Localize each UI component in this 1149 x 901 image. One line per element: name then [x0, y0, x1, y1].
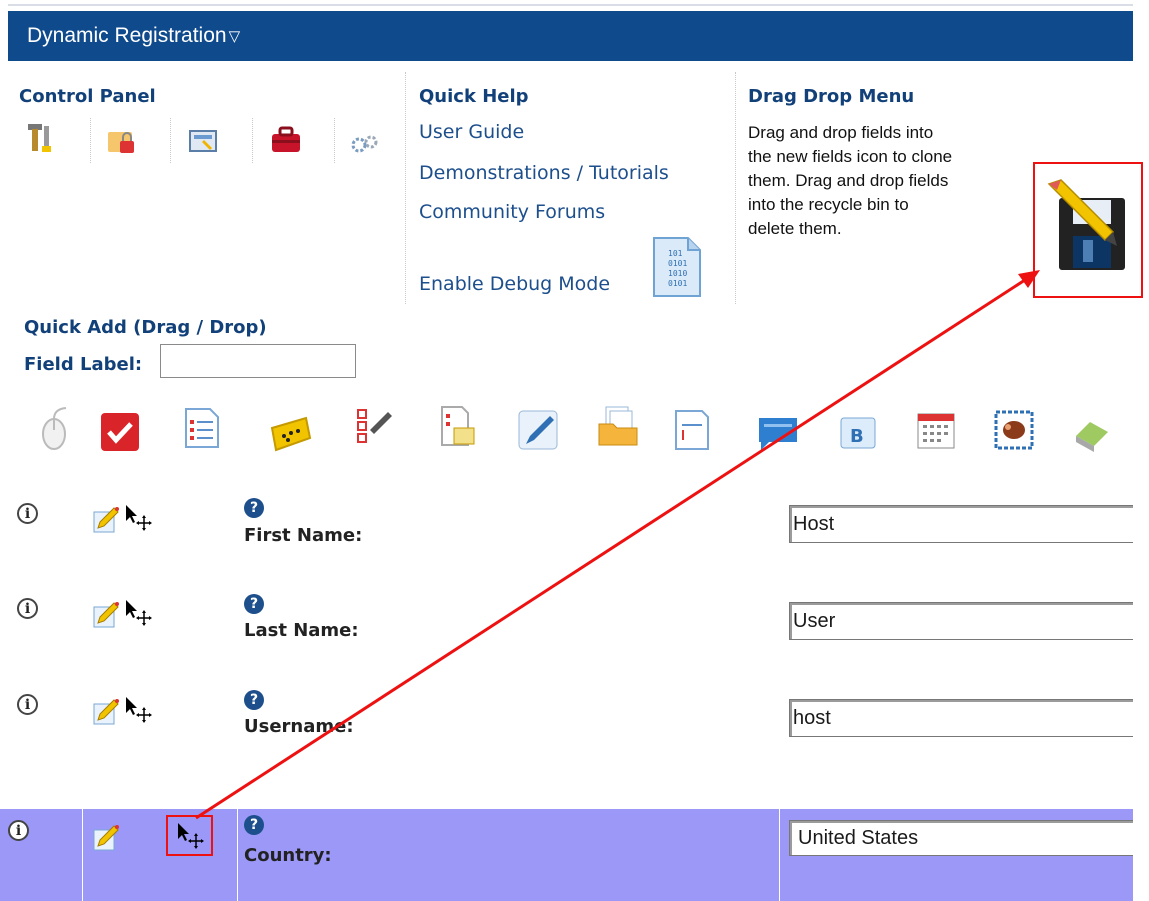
module-title-bar[interactable]: Dynamic Registration ▽ [8, 11, 1133, 61]
cell-separator [82, 809, 83, 901]
quick-add-header: Quick Add (Drag / Drop) [24, 317, 267, 338]
move-handle-icon[interactable] [122, 503, 154, 537]
module-title: Dynamic Registration [27, 24, 227, 47]
svg-text:0101: 0101 [668, 259, 687, 268]
gears-icon[interactable] [350, 130, 380, 164]
mouse-icon[interactable] [30, 406, 74, 454]
last-name-input[interactable]: User [789, 602, 1133, 640]
info-icon[interactable]: i [17, 503, 38, 524]
edit-field-icon[interactable] [92, 504, 122, 538]
help-line: the new fields icon to clone [748, 147, 953, 166]
move-handle-icon[interactable] [122, 695, 154, 729]
help-line: Drag and drop fields into [748, 123, 934, 142]
edit-field-icon[interactable] [92, 599, 122, 633]
new-fields-icon [1047, 179, 1125, 270]
help-icon[interactable]: ? [244, 498, 264, 518]
field-label-caption: Field Label: [24, 354, 143, 375]
pencil-edit-icon[interactable] [516, 408, 560, 456]
field-label: Username: [244, 716, 354, 737]
svg-text:1010: 1010 [668, 269, 687, 278]
site-settings-icon[interactable] [186, 124, 222, 164]
bold-text-icon[interactable]: B [836, 410, 880, 458]
move-handle-icon[interactable] [122, 598, 154, 632]
control-panel-header: Control Panel [19, 86, 156, 107]
toolbox-icon[interactable] [268, 122, 304, 162]
cell-separator [779, 809, 780, 901]
drag-drop-help-text: Drag and drop fields into the new fields… [748, 121, 1028, 241]
field-label: Last Name: [244, 620, 359, 641]
numbered-list-icon[interactable] [180, 406, 224, 454]
svg-text:0101: 0101 [668, 279, 687, 288]
rating-stars-icon[interactable] [268, 412, 312, 460]
community-forums-link[interactable]: Community Forums [419, 201, 605, 223]
move-handle-icon [178, 823, 204, 849]
help-line: into the recycle bin to [748, 195, 909, 214]
help-icon[interactable]: ? [244, 815, 264, 835]
text-doc-icon[interactable] [670, 408, 714, 456]
svg-text:101: 101 [668, 249, 683, 258]
user-lock-icon[interactable] [104, 124, 140, 164]
svg-text:B: B [850, 426, 864, 447]
help-icon[interactable]: ? [244, 594, 264, 614]
checkbox-icon[interactable] [98, 410, 142, 458]
eraser-icon[interactable] [1070, 412, 1114, 460]
cp-separator [170, 118, 171, 163]
cell-separator [237, 809, 238, 901]
user-guide-link[interactable]: User Guide [419, 121, 524, 143]
calendar-icon[interactable] [914, 408, 958, 456]
field-label-input[interactable] [160, 344, 356, 378]
image-stamp-icon[interactable] [992, 408, 1036, 456]
enable-debug-mode-link[interactable]: Enable Debug Mode [419, 273, 610, 295]
top-border [8, 4, 1133, 6]
first-name-input[interactable]: Host [789, 505, 1133, 543]
quick-help-header: Quick Help [419, 86, 529, 107]
binary-file-icon[interactable]: 101 0101 1010 0101 [652, 236, 702, 302]
demonstrations-link[interactable]: Demonstrations / Tutorials [419, 162, 669, 184]
help-line: delete them. [748, 219, 842, 238]
folder-docs-icon[interactable] [596, 404, 640, 452]
cp-separator [334, 118, 335, 163]
info-icon[interactable]: i [8, 820, 29, 841]
info-icon[interactable]: i [17, 694, 38, 715]
country-select[interactable]: United States [789, 820, 1133, 856]
drag-drop-menu-header: Drag Drop Menu [748, 86, 915, 107]
move-handle-highlight[interactable] [166, 815, 213, 856]
field-label: Country: [244, 845, 332, 866]
module-menu-arrow-icon[interactable]: ▽ [229, 27, 241, 45]
edit-field-icon[interactable] [92, 822, 122, 856]
field-label: First Name: [244, 525, 363, 546]
help-icon[interactable]: ? [244, 690, 264, 710]
cp-separator [252, 118, 253, 163]
info-icon[interactable]: i [17, 598, 38, 619]
cp-separator [90, 118, 91, 163]
new-fields-drop-target[interactable] [1033, 162, 1143, 298]
tools-icon[interactable] [22, 120, 58, 160]
column-separator [735, 72, 736, 304]
edit-field-icon[interactable] [92, 696, 122, 730]
column-separator [405, 72, 406, 304]
text-box-icon[interactable] [756, 410, 800, 458]
checklist-doc-icon[interactable] [436, 404, 480, 452]
checklist-pencil-icon[interactable] [352, 404, 396, 452]
username-input[interactable]: host [789, 699, 1133, 737]
help-line: them. Drag and drop fields [748, 171, 949, 190]
